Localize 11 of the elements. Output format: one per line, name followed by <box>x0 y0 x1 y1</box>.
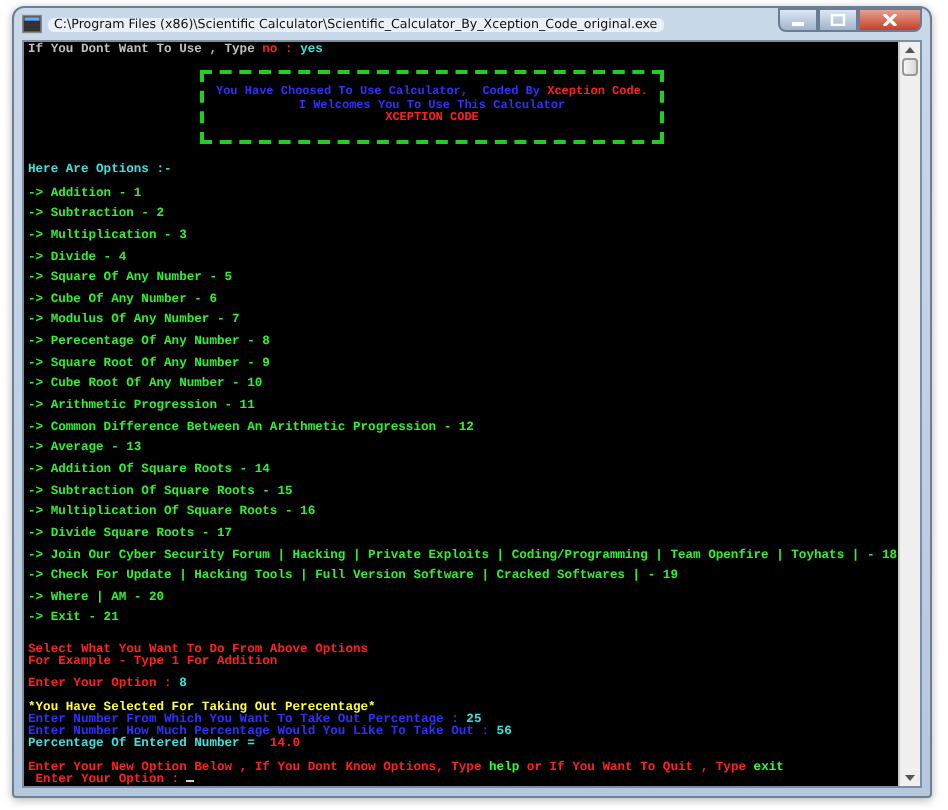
scrollbar[interactable] <box>898 42 920 786</box>
close-button[interactable] <box>858 8 922 32</box>
close-icon <box>882 14 898 26</box>
console-icon <box>22 14 42 34</box>
scroll-thumb[interactable] <box>902 58 918 76</box>
text-cursor <box>186 780 195 783</box>
maximize-icon <box>830 14 846 26</box>
scroll-down-icon[interactable] <box>902 770 918 786</box>
minimize-button[interactable] <box>778 8 818 32</box>
scroll-up-icon[interactable] <box>902 42 918 58</box>
maximize-button[interactable] <box>818 8 858 32</box>
